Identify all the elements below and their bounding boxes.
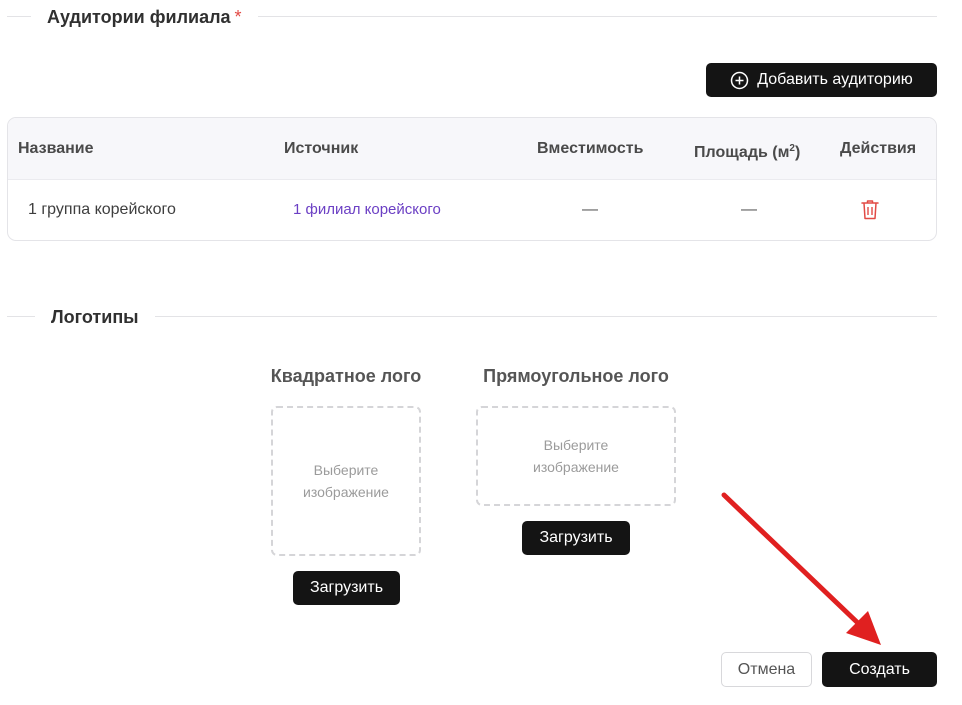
area-header-close: ) [794,144,801,161]
classrooms-title-text: Аудитории филиала [47,7,231,27]
column-header-capacity: Вместимость [537,140,644,157]
square-placeholder-line1: Выберите [313,462,379,478]
cell-capacity: — [582,201,598,218]
logos-section-title: Логотипы [35,305,155,329]
cell-classroom-name: 1 группа корейского [28,201,176,218]
add-classroom-label: Добавить аудиторию [757,71,913,88]
classrooms-section-title: Аудитории филиала * [31,5,258,29]
rectangular-placeholder-line1: Выберите [543,437,609,453]
red-arrow-icon [721,492,881,645]
square-logo-upload-button[interactable]: Загрузить [293,571,400,605]
classrooms-table: Название Источник Вместимость Площадь (м… [7,117,937,241]
plus-circle-icon [731,71,749,89]
column-header-name: Название [18,140,94,157]
add-classroom-button[interactable]: Добавить аудиторию [706,63,937,97]
rectangular-logo-dropzone[interactable]: Выберите изображение [476,406,676,506]
column-header-actions: Действия [840,140,917,157]
square-logo-title: Квадратное лого [270,366,422,386]
column-header-source: Источник [284,140,359,157]
required-star: * [234,7,242,27]
rectangular-placeholder-line2: изображение [533,459,619,475]
square-logo-placeholder: Выберите изображение [303,459,389,503]
trash-icon [861,200,879,220]
delete-row-button[interactable] [861,199,881,221]
rectangular-logo-title: Прямоугольное лого [483,366,669,386]
rectangular-logo-upload-button[interactable]: Загрузить [522,521,630,555]
create-button[interactable]: Создать [822,652,937,687]
cancel-button[interactable]: Отмена [721,652,812,687]
table-header: Название Источник Вместимость Площадь (м… [8,118,936,180]
cell-area: — [741,201,757,218]
area-header-text: Площадь (м [694,144,790,161]
branch-form-page: Аудитории филиала * Добавить аудиторию На… [0,0,962,705]
cell-source-link[interactable]: 1 филиал корейского [293,179,441,240]
square-placeholder-line2: изображение [303,484,389,500]
column-header-area: Площадь (м2) [694,118,800,179]
square-logo-dropzone[interactable]: Выберите изображение [271,406,421,556]
rectangular-logo-placeholder: Выберите изображение [533,434,619,478]
